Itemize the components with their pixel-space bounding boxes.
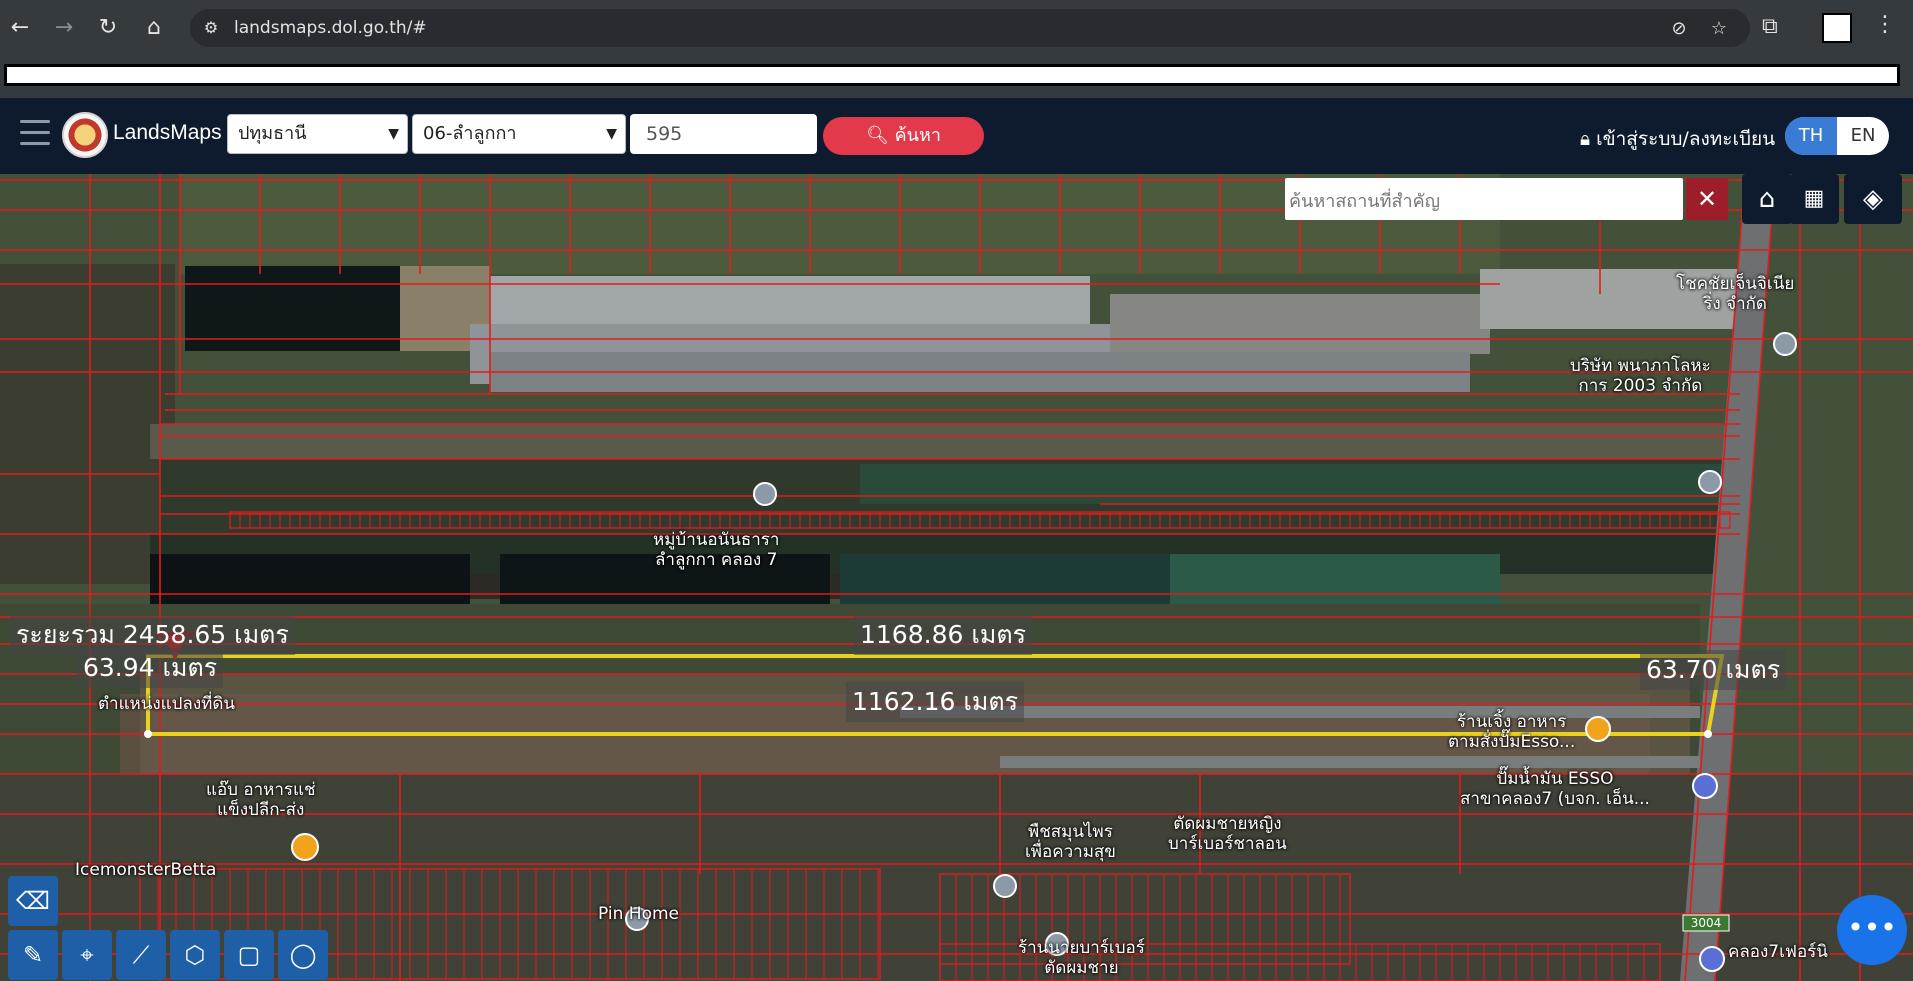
poi-icemonster-betta[interactable]: IcemonsterBetta	[75, 860, 216, 880]
measure-ruler-icon[interactable]: ✎	[8, 930, 58, 980]
grid-toggle-icon[interactable]: ▦	[1789, 174, 1839, 224]
parcel-number-input[interactable]: 595	[630, 114, 817, 154]
map-canvas[interactable]: 3004 โชคชัยเจ็นจิเนีย ริ่ง จำกัด บริษัท …	[0, 174, 1913, 981]
extensions-icon[interactable]: ⧉	[1762, 14, 1778, 39]
poi-chokchai-engineering[interactable]: โชคชัยเจ็นจิเนีย ริ่ง จำกัด	[1676, 274, 1794, 314]
poi-label: ตัดผมชาย	[1044, 958, 1119, 978]
poi-label: แอ๊บ อาหารแช่	[206, 780, 316, 800]
poi-klong7-furniture[interactable]: คลอง7เฟอร์นิ	[1728, 942, 1828, 962]
poi-jeng-restaurant[interactable]: ร้านเจิ้ง อาหาร ตามสั่งปั๊มEsso...	[1448, 712, 1575, 752]
bottom-edge-length: 1162.16 เมตร	[846, 682, 1025, 722]
poi-label: เพื่อความสุข	[1025, 842, 1116, 862]
poi-label: บาร์เบอร์ชาลอน	[1168, 834, 1287, 854]
poi-ananthara-village[interactable]: หมู่บ้านอนันธารา ลำลูกกา คลอง 7	[653, 530, 779, 570]
poi-label: โชคชัยเจ็นจิเนีย	[1676, 274, 1795, 294]
chevron-down-icon: ▼	[606, 126, 617, 142]
rectangle-icon[interactable]: ▢	[224, 930, 274, 980]
marker-pin-icon[interactable]: ⌖	[62, 930, 112, 980]
left-edge-length: 63.94 เมตร	[77, 648, 224, 688]
road-number-sign: 3004	[1691, 916, 1722, 930]
polygon-icon[interactable]: ⬡	[170, 930, 220, 980]
poi-label: ตามสั่งปั๊มEsso...	[1448, 732, 1576, 752]
forward-icon[interactable]: →	[48, 12, 80, 44]
back-icon[interactable]: ←	[4, 12, 36, 44]
poi-esso-station[interactable]: ปั๊มน้ำมัน ESSO สาขาคลอง7 (บจก. เอ็น...	[1460, 769, 1650, 809]
poi-label: ตัดผมชายหญิง	[1173, 814, 1282, 834]
close-icon[interactable]: ✕	[1686, 178, 1728, 220]
chevron-down-icon: ▼	[388, 126, 399, 142]
poi-label: สาขาคลอง7 (บจก. เอ็น...	[1460, 789, 1650, 809]
browser-menu-icon[interactable]: ⋮	[1874, 12, 1896, 37]
brand-title: LandsMaps	[113, 121, 222, 144]
satellite-imagery: 3004	[0, 174, 1913, 981]
lang-th-button[interactable]: TH	[1785, 117, 1837, 155]
circle-icon[interactable]: ◯	[278, 930, 328, 980]
district-select[interactable]: 06-ลำลูกกา ▼	[412, 114, 626, 154]
layers-icon[interactable]: ◈	[1844, 174, 1902, 224]
login-label: เข้าสู่ระบบ/ลงทะเบียน	[1596, 128, 1776, 150]
place-search-placeholder: ค้นหาสถานที่สำคัญ	[1289, 191, 1440, 212]
top-edge-length: 1168.86 เมตร	[854, 615, 1033, 655]
poi-label: หมู่บ้านอนันธารา	[653, 530, 780, 550]
place-search-input[interactable]: ค้นหาสถานที่สำคัญ	[1285, 178, 1683, 220]
right-edge-length: 63.70 เมตร	[1640, 650, 1787, 690]
address-bar[interactable]: ⚙ landsmaps.dol.go.th/# ⊘ ☆	[190, 9, 1750, 47]
home-view-icon[interactable]: ⌂	[1742, 174, 1792, 224]
app-header: LandsMaps ปทุมธานี ▼ 06-ลำลูกกา ▼ 595 🔍︎…	[0, 98, 1913, 174]
poi-label: ปั๊มน้ำมัน ESSO	[1496, 769, 1614, 789]
language-toggle: TH EN	[1785, 117, 1889, 155]
menu-icon[interactable]	[20, 120, 50, 148]
poi-pana-metal[interactable]: บริษัท พนาภาโลหะ การ 2003 จำกัด	[1570, 356, 1711, 396]
bookmark-row	[0, 56, 1913, 98]
location-off-icon[interactable]: ⊘	[1666, 16, 1692, 42]
parcel-location-label: ตำแหน่งแปลงที่ดิน	[98, 694, 236, 714]
poi-label: ลำลูกกา คลอง 7	[654, 550, 778, 570]
search-icon: 🔍︎	[866, 125, 889, 146]
poi-label: ริ่ง จำกัด	[1703, 294, 1767, 314]
profile-icon[interactable]	[1822, 13, 1852, 43]
bookmark-star-icon[interactable]: ☆	[1706, 16, 1732, 42]
search-button-label: ค้นหา	[894, 125, 941, 146]
url-text: landsmaps.dol.go.th/#	[234, 18, 427, 38]
district-value: 06-ลำลูกกา	[423, 123, 517, 144]
browser-toolbar: ← → ↻ ⌂ ⚙ landsmaps.dol.go.th/# ⊘ ☆ ⧉ ⋮	[0, 0, 1913, 56]
poi-label: การ 2003 จำกัด	[1578, 376, 1703, 396]
site-info-icon[interactable]: ⚙	[200, 17, 222, 39]
poi-label: แข็งปลีก-ส่ง	[217, 800, 305, 820]
polyline-icon[interactable]: ⟋	[116, 930, 166, 980]
home-icon[interactable]: ⌂	[138, 12, 170, 44]
login-link[interactable]: 🔒︎ เข้าสู่ระบบ/ลงทะเบียน	[1580, 124, 1775, 154]
poi-ab-frozen-food[interactable]: แอ๊บ อาหารแช่ แข็งปลีก-ส่ง	[206, 780, 316, 820]
province-select[interactable]: ปทุมธานี ▼	[227, 114, 408, 154]
lang-en-button[interactable]: EN	[1837, 117, 1889, 155]
poi-label: ร้านเจิ้ง อาหาร	[1456, 712, 1567, 732]
poi-pin-home[interactable]: Pin Home	[598, 904, 679, 924]
lock-icon: 🔒︎	[1580, 128, 1591, 150]
poi-herb-shop[interactable]: พืชสมุนไพร เพื่อความสุข	[1025, 822, 1116, 862]
poi-label: บริษัท พนาภาโลหะ	[1570, 356, 1711, 376]
poi-label: ร้านนายบาร์เบอร์	[1018, 938, 1145, 958]
poi-nai-barber[interactable]: ร้านนายบาร์เบอร์ ตัดผมชาย	[1018, 938, 1145, 978]
reload-icon[interactable]: ↻	[92, 12, 124, 44]
more-options-icon[interactable]: •••	[1837, 895, 1907, 965]
bookmark-bar	[4, 64, 1900, 86]
poi-label: พืชสมุนไพร	[1028, 822, 1113, 842]
poi-barber-salon[interactable]: ตัดผมชายหญิง บาร์เบอร์ชาลอน	[1168, 814, 1287, 854]
eraser-icon[interactable]: ⌫	[8, 876, 58, 926]
dol-logo	[62, 112, 108, 158]
province-value: ปทุมธานี	[238, 123, 307, 144]
search-button[interactable]: 🔍︎ ค้นหา	[823, 117, 984, 155]
